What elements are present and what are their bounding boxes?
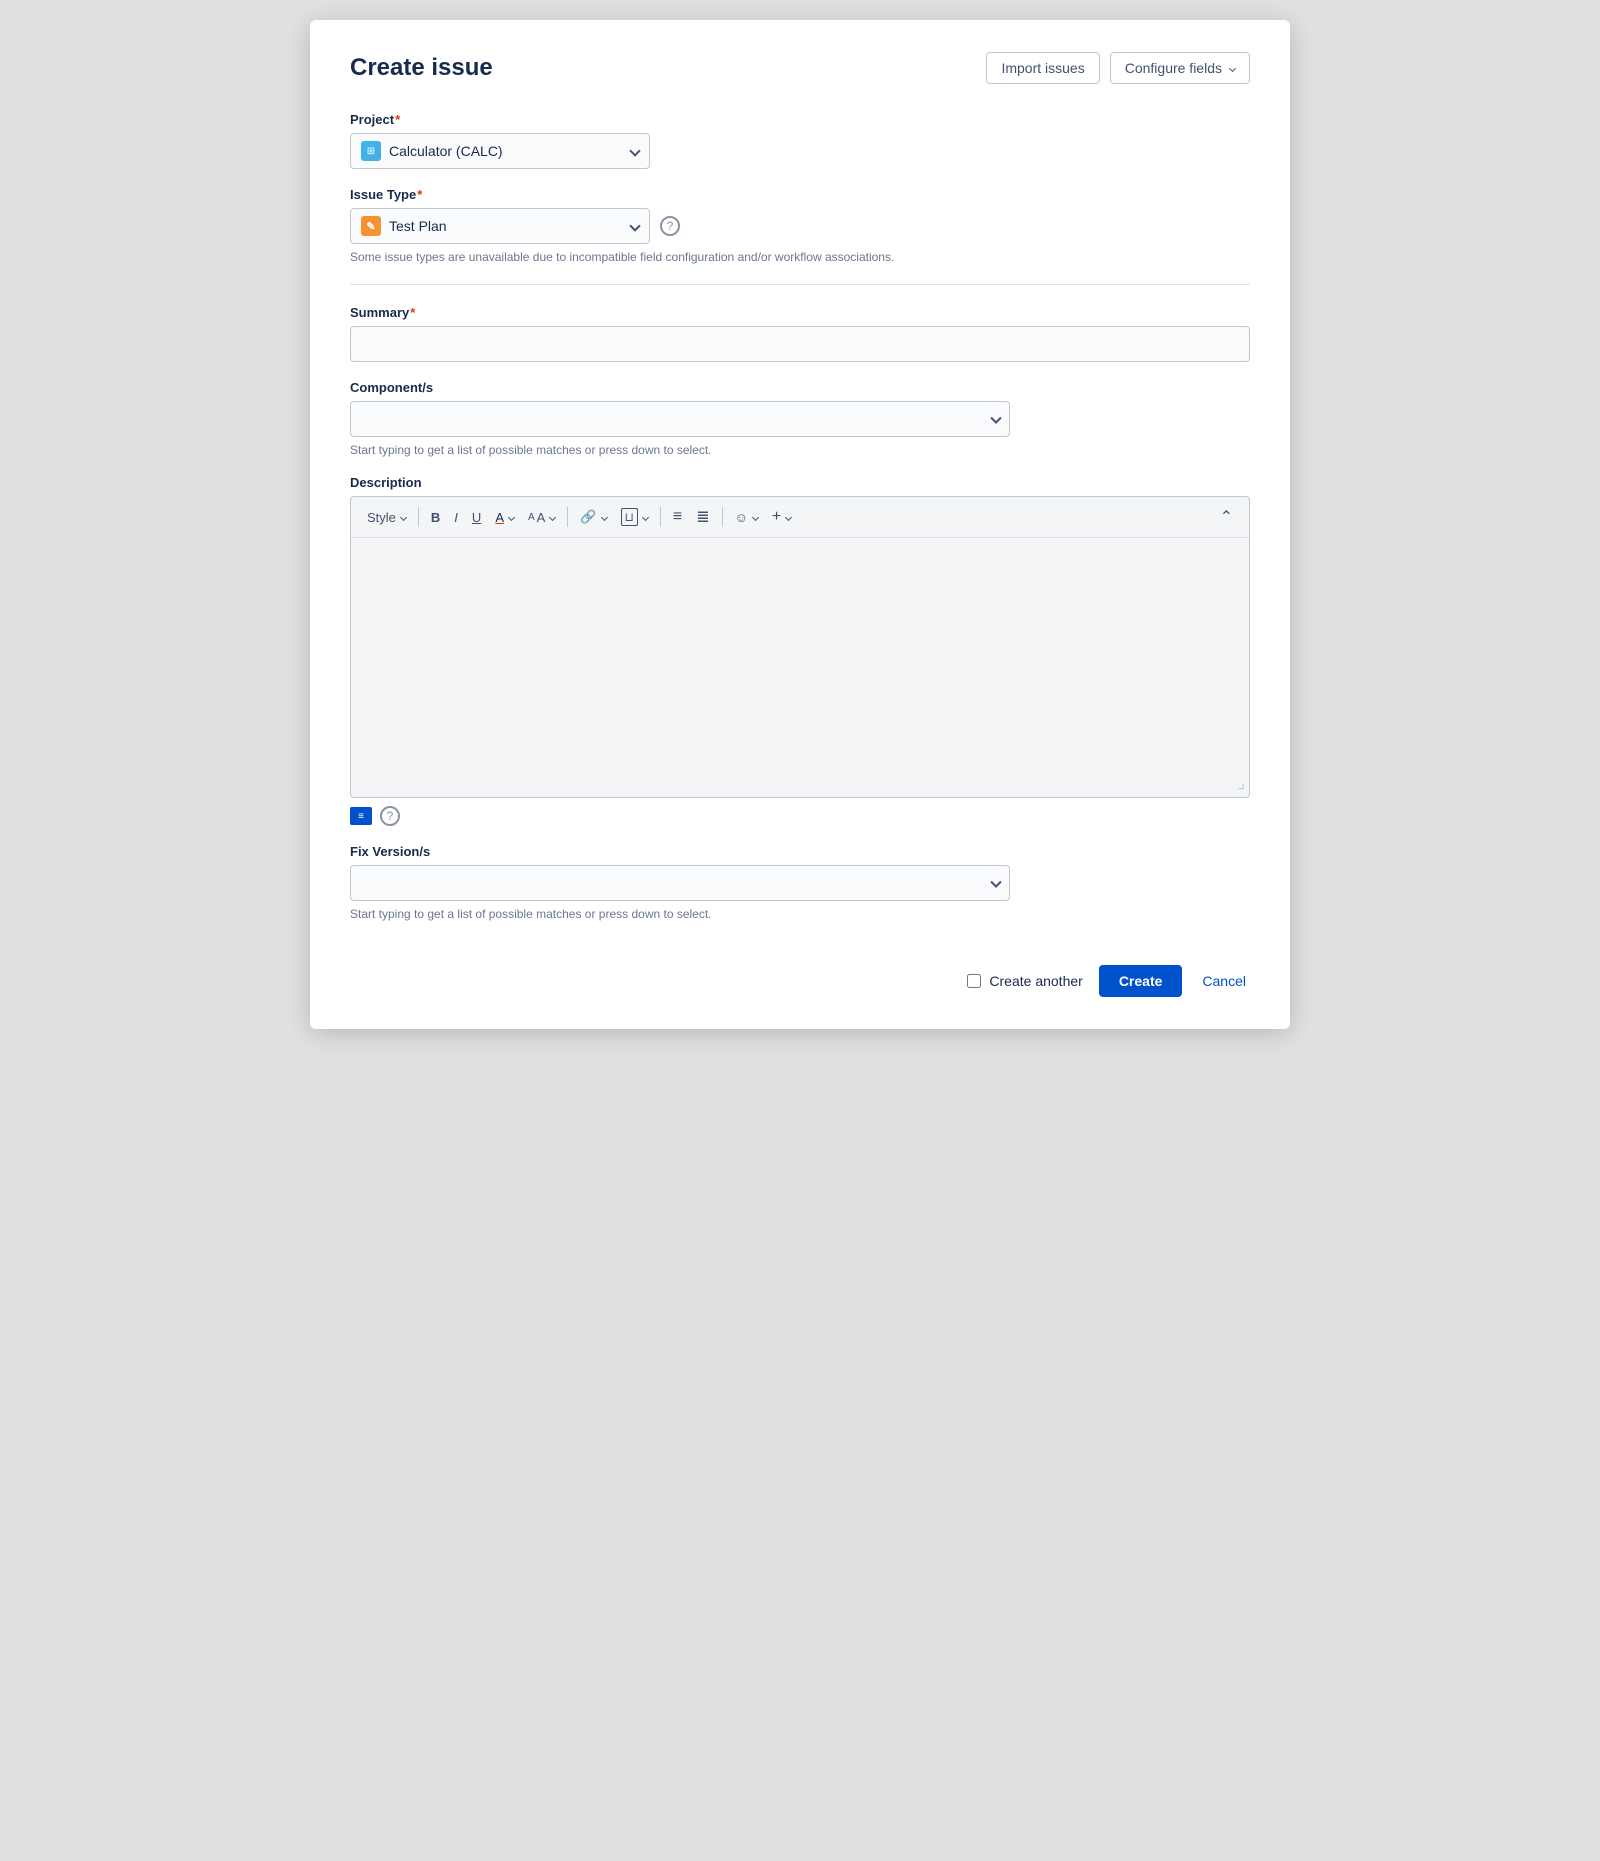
description-field: Description Style B I U A AA [350,475,1250,826]
ordered-list-button[interactable]: ≡ [667,504,688,530]
issue-type-row: ✎ Test Plan ? [350,208,1250,244]
chevron-down-icon [1229,64,1236,71]
style-dropdown-button[interactable]: Style [361,506,412,529]
toolbar-separator [418,507,419,527]
toolbar-separator [660,507,661,527]
test-plan-icon: ✎ [361,216,381,236]
fix-version-select-wrapper [350,865,1010,901]
chevron-down-icon [549,513,556,520]
font-size-button[interactable]: AA [522,506,561,529]
create-button[interactable]: Create [1099,965,1183,997]
project-value: Calculator (CALC) [389,143,623,159]
chevron-down-icon [400,513,407,520]
toolbar-separator [722,507,723,527]
chevron-down-icon [629,145,640,156]
collapse-toolbar-button[interactable]: ⌃ [1214,503,1239,531]
description-label: Description [350,475,1250,490]
create-another-checkbox[interactable] [967,974,981,988]
emoji-button[interactable]: ☺ [729,506,764,529]
project-field: Project* Calculator (CALC) [350,112,1250,169]
form-actions: Create another Create Cancel [350,949,1250,997]
summary-field: Summary* [350,305,1250,362]
help-icon[interactable]: ? [380,806,400,826]
component-select[interactable] [350,401,1010,437]
markdown-icon: ≡ [350,807,372,825]
fix-version-select[interactable] [350,865,1010,901]
italic-button[interactable]: I [448,506,464,529]
resize-handle[interactable]: ⌟ [1238,773,1246,793]
insert-button[interactable]: + [766,504,797,530]
create-issue-modal: Create issue Import issues Configure fie… [310,20,1290,1029]
issue-type-info: Some issue types are unavailable due to … [350,250,1250,264]
fix-version-field: Fix Version/s Start typing to get a list… [350,844,1250,921]
summary-input[interactable] [350,326,1250,362]
chevron-down-icon [629,220,640,231]
chevron-down-icon [785,513,792,520]
create-another-label: Create another [989,973,1082,989]
unordered-list-button[interactable]: ≣ [690,503,715,531]
divider [350,284,1250,285]
fix-version-label: Fix Version/s [350,844,1250,859]
help-icon[interactable]: ? [660,216,680,236]
component-hint: Start typing to get a list of possible m… [350,443,1250,457]
link-button[interactable]: 🔗 [574,505,612,529]
modal-header: Create issue Import issues Configure fie… [350,52,1250,84]
chevron-down-icon [752,513,759,520]
modal-title: Create issue [350,54,493,82]
description-editor-body[interactable]: ⌟ [350,538,1250,798]
header-actions: Import issues Configure fields [986,52,1250,84]
text-color-button[interactable]: A [489,506,520,529]
summary-label: Summary* [350,305,1250,320]
create-another-row: Create another [967,973,1082,989]
issue-type-select[interactable]: ✎ Test Plan [350,208,650,244]
bold-button[interactable]: B [425,506,446,529]
issue-type-value: Test Plan [389,218,623,234]
cancel-button[interactable]: Cancel [1198,965,1250,997]
fix-version-hint: Start typing to get a list of possible m… [350,907,1250,921]
component-label: Component/s [350,380,1250,395]
project-label: Project* [350,112,1250,127]
project-icon [361,141,381,161]
attachment-button[interactable]: ⊔ [615,504,654,530]
chevron-down-icon [508,513,515,520]
import-issues-button[interactable]: Import issues [986,52,1099,84]
editor-toolbar: Style B I U A AA 🔗 [350,496,1250,538]
underline-button[interactable]: U [466,506,487,529]
chevron-down-icon [600,513,607,520]
chevron-down-icon [642,513,649,520]
issue-type-label: Issue Type* [350,187,1250,202]
configure-fields-button[interactable]: Configure fields [1110,52,1250,84]
issue-type-field: Issue Type* ✎ Test Plan ? Some issue typ… [350,187,1250,264]
toolbar-separator [567,507,568,527]
editor-footer: ≡ ? [350,806,1250,826]
component-field: Component/s Start typing to get a list o… [350,380,1250,457]
component-select-wrapper [350,401,1010,437]
project-select[interactable]: Calculator (CALC) [350,133,650,169]
